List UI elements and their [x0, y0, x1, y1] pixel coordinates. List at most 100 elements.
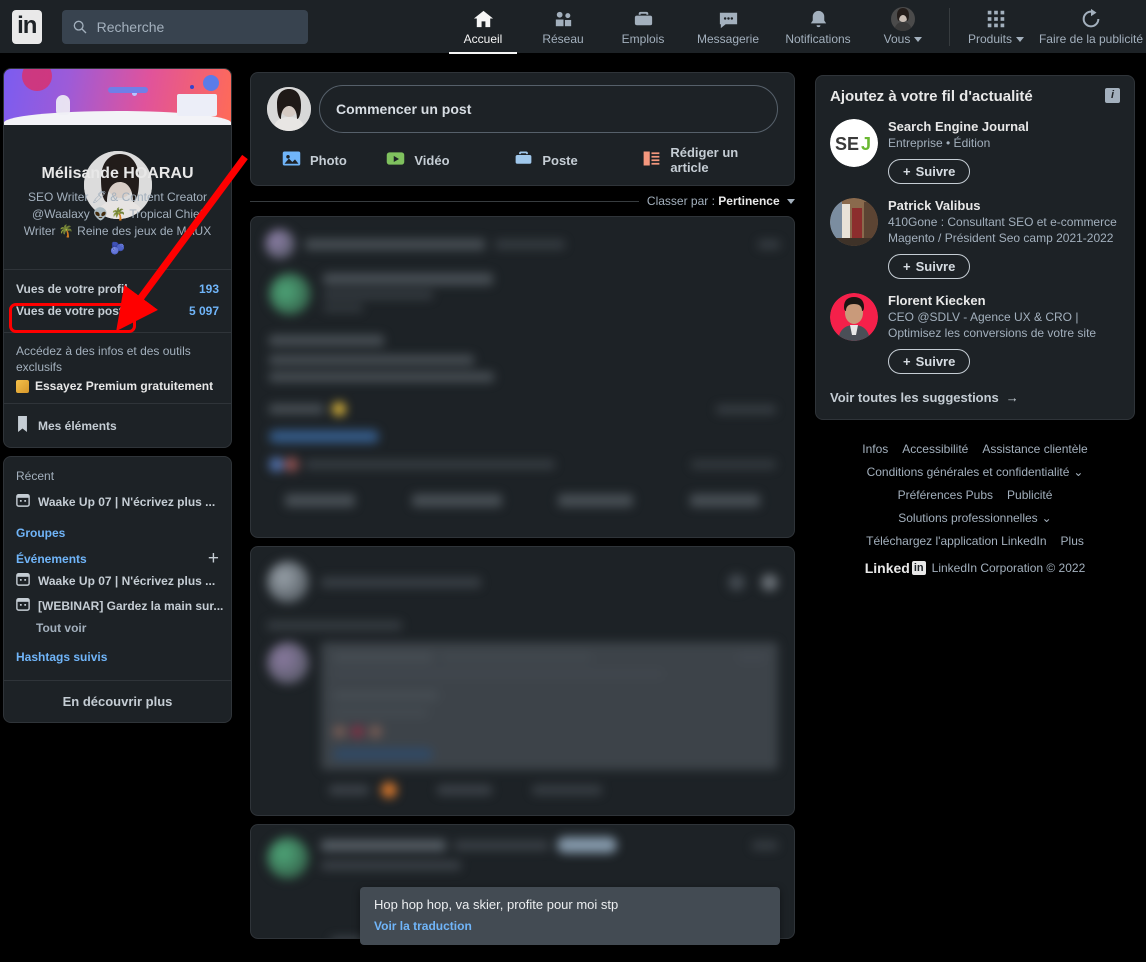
see-all-events-link[interactable]: Tout voir [4, 618, 231, 638]
info-icon[interactable]: i [1105, 88, 1120, 103]
footer-link-solutions-label: Solutions professionnelles [898, 511, 1038, 525]
premium-promo[interactable]: Accédez à des infos et des outils exclus… [4, 332, 231, 403]
banner-app-window-graphic [177, 94, 217, 116]
banner-planet-icon [22, 69, 52, 91]
plus-icon: + [903, 354, 911, 369]
suggestion-item: Patrick Valibus 410Gone : Consultant SEO… [830, 198, 1120, 279]
start-post-placeholder: Commencer un post [336, 101, 472, 117]
composer-article-label: Rédiger un article [670, 145, 739, 175]
composer-photo-button[interactable]: Photo [267, 145, 385, 175]
footer-link-assistance[interactable]: Assistance clientèle [982, 442, 1087, 456]
feed-post-blurred-content [251, 547, 794, 798]
nav-item-emplois[interactable]: Emplois [603, 0, 683, 54]
stat-row-profile-views[interactable]: Vues de votre profil 193 [16, 278, 219, 300]
suggestions-title: Ajoutez à votre fil d'actualité [830, 88, 1033, 105]
discover-more-button[interactable]: En découvrir plus [4, 680, 231, 722]
svg-text:J: J [861, 134, 871, 154]
follow-label: Suivre [915, 259, 956, 274]
composer-video-label: Vidéo [414, 152, 450, 168]
search-icon [73, 20, 87, 33]
premium-badge-icon [16, 379, 29, 393]
nav-item-produits[interactable]: Produits [956, 0, 1036, 54]
search-input[interactable]: Recherche [61, 9, 308, 44]
nav-divider [949, 7, 950, 46]
footer-link-accessibilite[interactable]: Accessibilité [902, 442, 968, 456]
main-feed-column: Commencer un post Photo Vidéo Poste Rédi… [250, 72, 795, 939]
footer-link-download-app[interactable]: Téléchargez l'application LinkedIn [866, 534, 1046, 548]
nav-label-emplois: Emplois [621, 32, 665, 46]
chevron-down-icon: ⌄ [1041, 511, 1052, 525]
hashtags-label: Hashtags suivis [16, 650, 108, 664]
add-event-icon[interactable]: + [208, 549, 219, 568]
my-items-row[interactable]: Mes éléments [4, 403, 231, 447]
footer-link-preferences-pubs[interactable]: Préférences Pubs [898, 488, 993, 502]
evenements-label[interactable]: Événements [16, 552, 87, 566]
composer-job-button[interactable]: Poste [513, 145, 641, 175]
suggestion-avatar[interactable] [830, 198, 878, 246]
follow-button[interactable]: + Suivre [888, 349, 971, 374]
suggestion-name[interactable]: Florent Kiecken [888, 293, 1120, 308]
nav-item-vous[interactable]: Vous [863, 0, 943, 54]
footer-link-plus[interactable]: Plus [1061, 534, 1084, 548]
bell-icon [807, 7, 830, 31]
nav-item-messagerie[interactable]: Messagerie [683, 0, 773, 54]
suggestion-name[interactable]: Search Engine Journal [888, 119, 1120, 134]
nav-items-group: Accueil Réseau Emplois Messagerie Notifi… [443, 0, 1146, 54]
stat-label-profile-views: Vues de votre profil [16, 282, 128, 296]
composer-article-button[interactable]: Rédiger un article [641, 145, 778, 175]
footer-link-conditions[interactable]: Conditions générales et confidentialité ⌄ [867, 465, 1084, 479]
event-item-label: Waake Up 07 | N'écrivez plus ... [38, 573, 216, 588]
grid-icon [985, 7, 1007, 31]
hashtags-section[interactable]: Hashtags suivis [4, 650, 231, 670]
nav-item-accueil[interactable]: Accueil [443, 0, 523, 54]
recent-item[interactable]: Waake Up 07 | N'écrivez plus ... [4, 489, 231, 514]
tooltip-translate-link[interactable]: Voir la traduction [374, 919, 766, 933]
start-post-input[interactable]: Commencer un post [319, 85, 778, 133]
follow-button[interactable]: + Suivre [888, 159, 971, 184]
nav-label-messagerie: Messagerie [696, 32, 760, 46]
arrow-right-icon: → [1005, 390, 1019, 405]
calendar-icon [16, 572, 30, 589]
stat-row-post-views[interactable]: Vues de votre post 5 097 [16, 300, 219, 322]
nav-item-publicite[interactable]: Faire de la publicité [1036, 0, 1146, 54]
feed-post[interactable] [250, 546, 795, 816]
footer-row-2: Conditions générales et confidentialité ⌄ [825, 465, 1125, 479]
suggestion-avatar[interactable] [830, 293, 878, 341]
sej-logo-avatar[interactable]: SE J [830, 119, 878, 167]
premium-cta[interactable]: Essayez Premium gratuitement [16, 379, 219, 393]
profile-banner-image [4, 69, 231, 125]
footer-link-conditions-label: Conditions générales et confidentialité [866, 465, 1070, 479]
event-item[interactable]: Waake Up 07 | N'écrivez plus ... [4, 568, 231, 593]
suggestion-name[interactable]: Patrick Valibus [888, 198, 1120, 213]
suggestion-desc: Entreprise • Édition [888, 136, 991, 150]
event-item[interactable]: [WEBINAR] Gardez la main sur... [4, 593, 231, 618]
nav-item-notifications[interactable]: Notifications [773, 0, 863, 54]
profile-card: Mélisande HOARAU SEO Writer 🖊 & Content … [3, 68, 232, 448]
see-all-suggestions-link[interactable]: Voir toutes les suggestions → [830, 390, 1120, 405]
feed-sort-row: Classer par : Pertinence [250, 194, 795, 208]
footer-link-infos[interactable]: Infos [862, 442, 888, 456]
tooltip-text: Hop hop hop, va skier, profite pour moi … [374, 897, 619, 912]
event-item-label: [WEBINAR] Gardez la main sur... [38, 598, 224, 613]
groupes-section[interactable]: Groupes [4, 526, 231, 546]
linkedin-logo-icon[interactable]: in [12, 9, 42, 44]
nav-label-vous-text: Vous [883, 32, 911, 46]
footer-link-publicite[interactable]: Publicité [1007, 488, 1052, 502]
chevron-down-icon [1016, 37, 1025, 43]
recent-card: Récent Waake Up 07 | N'écrivez plus ... … [3, 456, 232, 723]
left-sidebar: Mélisande HOARAU SEO Writer 🖊 & Content … [3, 68, 232, 723]
profile-info: Mélisande HOARAU SEO Writer 🖊 & Content … [4, 125, 231, 269]
plus-icon: + [903, 259, 911, 274]
feed-post[interactable] [250, 216, 795, 538]
composer-avatar[interactable] [267, 87, 311, 131]
follow-button[interactable]: + Suivre [888, 254, 971, 279]
footer-brand-text: Linked [864, 560, 910, 576]
article-icon [641, 148, 662, 172]
nav-item-reseau[interactable]: Réseau [523, 0, 603, 54]
footer-link-solutions[interactable]: Solutions professionnelles ⌄ [898, 511, 1051, 525]
footer-copyright: LinkedIn Corporation © 2022 [931, 561, 1086, 575]
message-icon [717, 7, 740, 31]
banner-astronaut-icon [56, 95, 70, 115]
feed-sort-control[interactable]: Classer par : Pertinence [647, 194, 795, 208]
composer-video-button[interactable]: Vidéo [385, 145, 513, 175]
